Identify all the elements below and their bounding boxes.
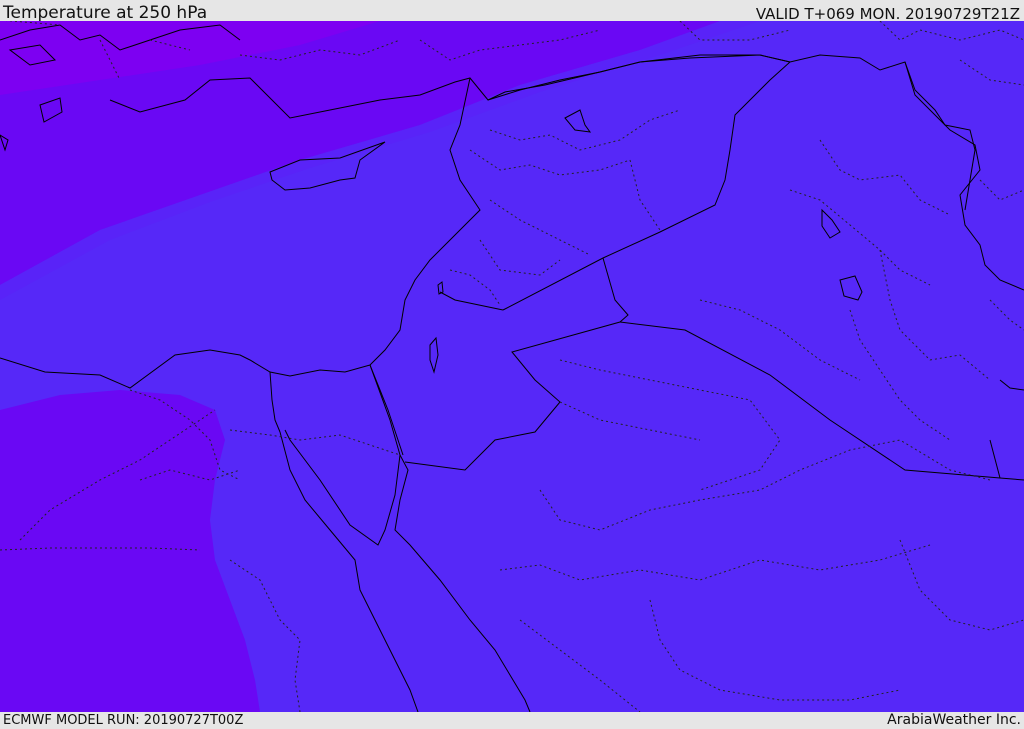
credit-label: ArabiaWeather Inc. [887, 712, 1021, 728]
temperature-map [0, 21, 1024, 712]
model-run-label: ECMWF MODEL RUN: 20190727T00Z [3, 713, 244, 728]
map-title: Temperature at 250 hPa [3, 3, 208, 23]
header-bar: Temperature at 250 hPa VALID T+069 MON. … [0, 0, 1024, 23]
footer-bar: ECMWF MODEL RUN: 20190727T00Z ArabiaWeat… [0, 712, 1024, 729]
